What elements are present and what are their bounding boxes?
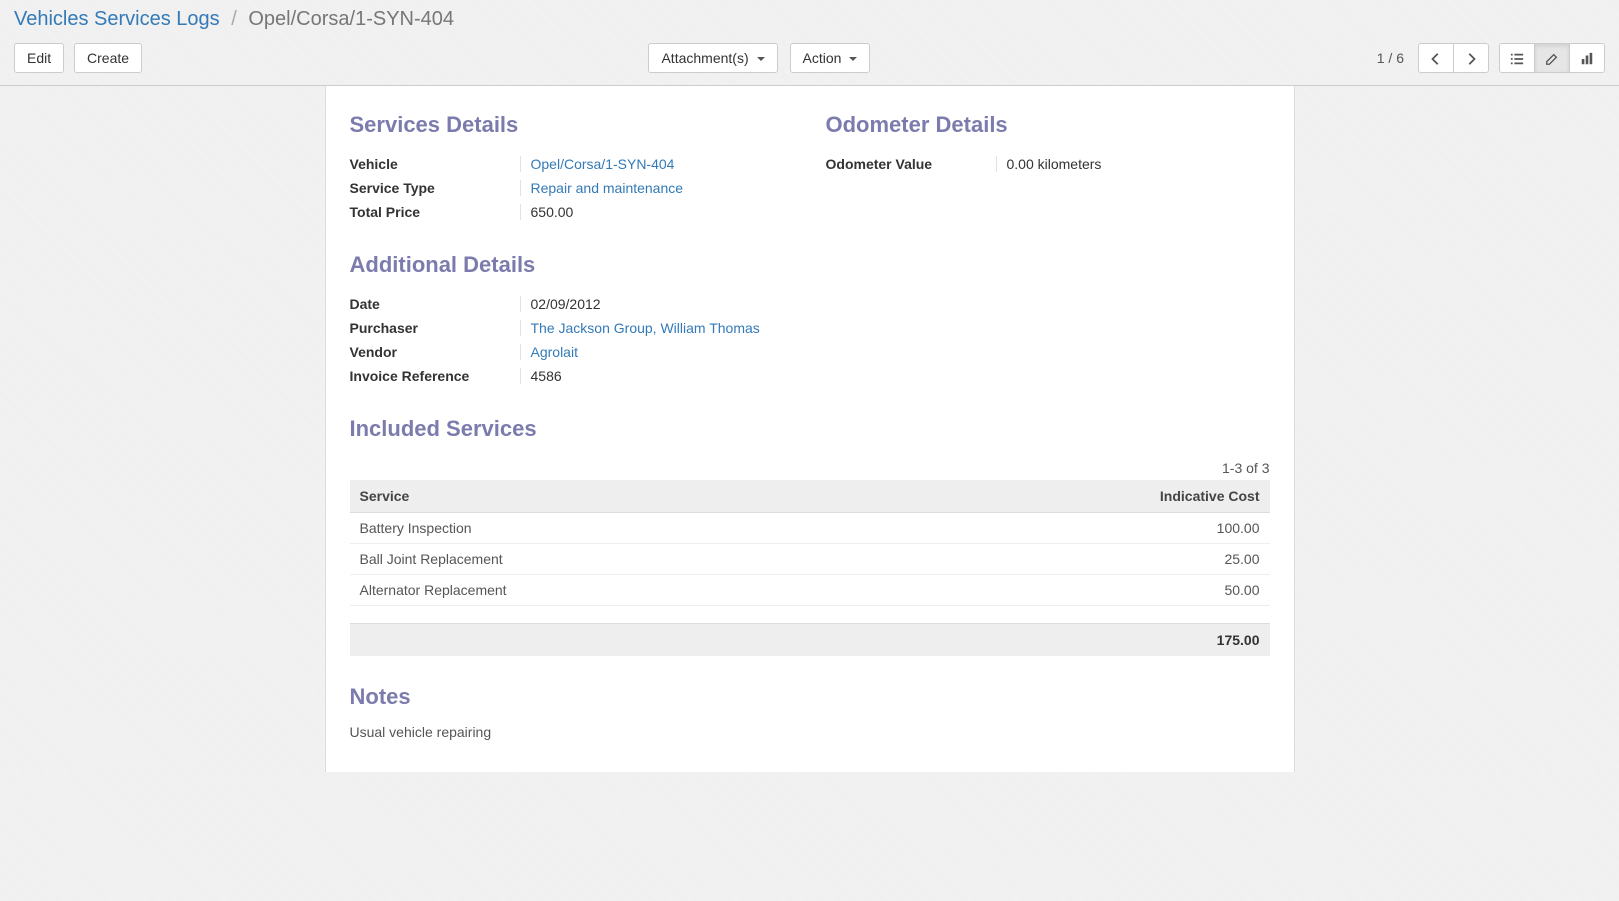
notes-text: Usual vehicle repairing <box>350 724 1270 740</box>
view-graph-button[interactable] <box>1569 43 1605 73</box>
total-price-value: 650.00 <box>531 204 794 220</box>
pager-label: 1 / 6 <box>1377 50 1404 66</box>
vehicle-label: Vehicle <box>350 156 520 172</box>
cost-cell: 100.00 <box>886 513 1270 544</box>
odometer-value: 0.00 kilometers <box>1007 156 1270 172</box>
col-service-header[interactable]: Service <box>350 480 886 513</box>
field-vehicle: Vehicle Opel/Corsa/1-SYN-404 <box>350 152 794 176</box>
chevron-left-icon <box>1429 52 1443 66</box>
breadcrumb: Vehicles Services Logs / Opel/Corsa/1-SY… <box>0 0 1619 31</box>
vehicle-link[interactable]: Opel/Corsa/1-SYN-404 <box>531 156 675 172</box>
included-services-total: 175.00 <box>350 624 1270 657</box>
breadcrumb-root-link[interactable]: Vehicles Services Logs <box>14 8 220 30</box>
field-date: Date 02/09/2012 <box>350 292 794 316</box>
toolbar: Edit Create Attachment(s) Action 1 / 6 <box>0 31 1619 86</box>
pager-prev-button[interactable] <box>1418 43 1454 73</box>
field-total-price: Total Price 650.00 <box>350 200 794 224</box>
included-services-pager: 1-3 of 3 <box>350 456 1270 480</box>
caret-down-icon <box>849 57 857 61</box>
attachments-dropdown[interactable]: Attachment(s) <box>648 43 777 73</box>
view-list-button[interactable] <box>1499 43 1535 73</box>
attachments-label: Attachment(s) <box>661 50 748 66</box>
services-details-heading: Services Details <box>350 112 794 138</box>
caret-down-icon <box>757 57 765 61</box>
odometer-details-heading: Odometer Details <box>826 112 1270 138</box>
purchaser-link[interactable]: The Jackson Group, William Thomas <box>531 320 760 336</box>
service-cell: Ball Joint Replacement <box>350 544 886 575</box>
field-vendor: Vendor Agrolait <box>350 340 794 364</box>
create-button[interactable]: Create <box>74 43 142 73</box>
bar-chart-icon <box>1580 52 1594 66</box>
list-icon <box>1510 52 1524 66</box>
action-dropdown[interactable]: Action <box>790 43 871 73</box>
pager-next-button[interactable] <box>1453 43 1489 73</box>
view-form-button[interactable] <box>1534 43 1570 73</box>
notes-heading: Notes <box>350 684 1270 710</box>
field-service-type: Service Type Repair and maintenance <box>350 176 794 200</box>
invoice-ref-value: 4586 <box>531 368 794 384</box>
edit-icon <box>1545 52 1559 66</box>
breadcrumb-current: Opel/Corsa/1-SYN-404 <box>248 8 454 30</box>
field-invoice-ref: Invoice Reference 4586 <box>350 364 794 388</box>
date-value: 02/09/2012 <box>531 296 794 312</box>
field-purchaser: Purchaser The Jackson Group, William Tho… <box>350 316 794 340</box>
chevron-right-icon <box>1464 52 1478 66</box>
purchaser-label: Purchaser <box>350 320 520 336</box>
service-cell: Alternator Replacement <box>350 575 886 606</box>
additional-details-heading: Additional Details <box>350 252 1270 278</box>
odometer-label: Odometer Value <box>826 156 996 172</box>
table-row[interactable]: Alternator Replacement50.00 <box>350 575 1270 606</box>
action-label: Action <box>803 50 842 66</box>
table-row[interactable]: Battery Inspection100.00 <box>350 513 1270 544</box>
breadcrumb-separator: / <box>231 8 237 30</box>
cost-cell: 25.00 <box>886 544 1270 575</box>
col-cost-header[interactable]: Indicative Cost <box>886 480 1270 513</box>
vendor-link[interactable]: Agrolait <box>531 344 578 360</box>
total-price-label: Total Price <box>350 204 520 220</box>
vendor-label: Vendor <box>350 344 520 360</box>
form-sheet: Services Details Vehicle Opel/Corsa/1-SY… <box>325 86 1295 772</box>
date-label: Date <box>350 296 520 312</box>
edit-button[interactable]: Edit <box>14 43 64 73</box>
table-row[interactable]: Ball Joint Replacement25.00 <box>350 544 1270 575</box>
cost-cell: 50.00 <box>886 575 1270 606</box>
service-cell: Battery Inspection <box>350 513 886 544</box>
included-services-table: Service Indicative Cost Battery Inspecti… <box>350 480 1270 656</box>
service-type-label: Service Type <box>350 180 520 196</box>
field-odometer: Odometer Value 0.00 kilometers <box>826 152 1270 176</box>
invoice-ref-label: Invoice Reference <box>350 368 520 384</box>
included-services-heading: Included Services <box>350 416 1270 442</box>
service-type-link[interactable]: Repair and maintenance <box>531 180 684 196</box>
